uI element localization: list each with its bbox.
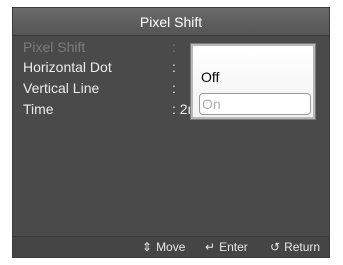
return-hint: ↺ Return [270,240,320,254]
title-bar: Pixel Shift [13,8,329,36]
enter-label: Enter [219,240,248,254]
menu-title: Pixel Shift [139,13,203,30]
enter-icon: ↵ [205,240,216,254]
menu-item-label: Time [23,101,54,117]
up-down-arrow-icon: ⇕ [142,240,153,254]
move-label: Move [156,240,186,254]
return-label: Return [284,240,321,254]
option-popup: Off On [191,44,315,119]
return-icon: ↺ [270,240,281,254]
option-on[interactable]: On [199,93,311,115]
menu-item-separator: : [172,39,176,55]
menu-item-label: Horizontal Dot [23,59,112,75]
enter-hint: ↵ Enter [205,240,248,254]
menu-item-separator: : [172,59,176,75]
help-bar: ⇕ Move ↵ Enter ↺ Return [13,236,329,257]
menu-item-label: Pixel Shift [23,39,86,55]
menu-item-separator: : [172,80,176,96]
move-hint: ⇕ Move [142,240,185,254]
menu-item-label: Vertical Line [23,80,100,96]
option-off[interactable]: Off [199,67,311,89]
osd-window: Pixel Shift Pixel Shift : Horizontal Dot… [12,7,330,258]
